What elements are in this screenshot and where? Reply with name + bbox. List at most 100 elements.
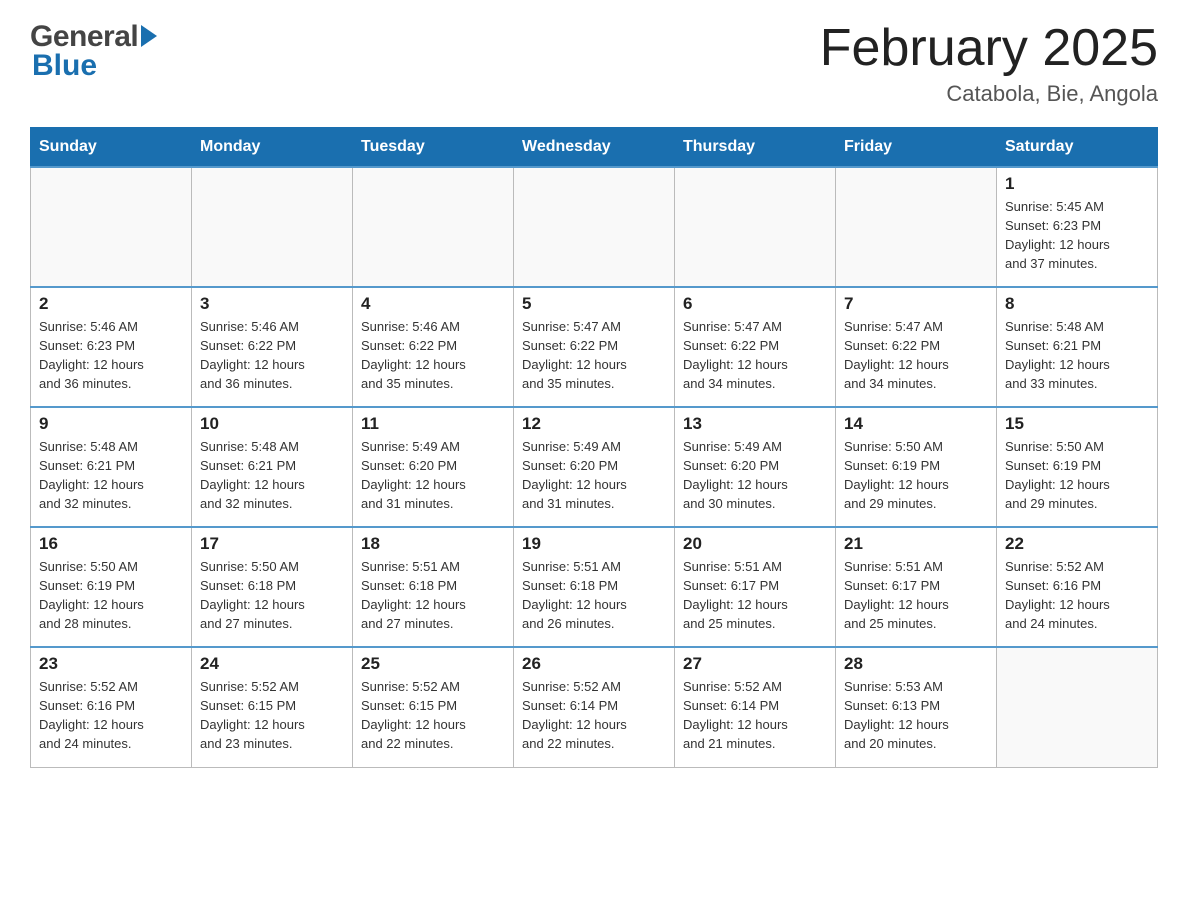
day-info: Sunrise: 5:52 AM Sunset: 6:16 PM Dayligh… (1005, 558, 1149, 633)
calendar-cell: 14 Sunrise: 5:50 AM Sunset: 6:19 PM Dayli… (836, 407, 997, 527)
day-number: 2 (39, 294, 183, 314)
day-info: Sunrise: 5:51 AM Sunset: 6:18 PM Dayligh… (361, 558, 505, 633)
calendar-cell: 21 Sunrise: 5:51 AM Sunset: 6:17 PM Dayli… (836, 527, 997, 647)
day-number: 27 (683, 654, 827, 674)
day-number: 21 (844, 534, 988, 554)
day-info: Sunrise: 5:52 AM Sunset: 6:14 PM Dayligh… (683, 678, 827, 753)
day-number: 14 (844, 414, 988, 434)
calendar-cell (31, 167, 192, 287)
calendar-cell: 9 Sunrise: 5:48 AM Sunset: 6:21 PM Daylig… (31, 407, 192, 527)
calendar-cell: 15Sunrise: 5:50 AM Sunset: 6:19 PM Dayli… (997, 407, 1158, 527)
calendar-cell: 1 Sunrise: 5:45 AM Sunset: 6:23 PM Daylig… (997, 167, 1158, 287)
calendar-cell: 18 Sunrise: 5:51 AM Sunset: 6:18 PM Dayli… (353, 527, 514, 647)
day-info: Sunrise: 5:49 AM Sunset: 6:20 PM Dayligh… (361, 438, 505, 513)
calendar-cell: 12 Sunrise: 5:49 AM Sunset: 6:20 PM Dayli… (514, 407, 675, 527)
calendar-cell: 27 Sunrise: 5:52 AM Sunset: 6:14 PM Dayli… (675, 647, 836, 767)
calendar-cell: 22Sunrise: 5:52 AM Sunset: 6:16 PM Dayli… (997, 527, 1158, 647)
calendar-table: SundayMondayTuesdayWednesdayThursdayFrid… (30, 127, 1158, 768)
calendar-cell: 4Sunrise: 5:46 AM Sunset: 6:22 PM Daylig… (353, 287, 514, 407)
title-block: February 2025 Catabola, Bie, Angola (820, 20, 1158, 107)
day-number: 12 (522, 414, 666, 434)
calendar-cell: 6 Sunrise: 5:47 AM Sunset: 6:22 PM Daylig… (675, 287, 836, 407)
calendar-cell: 23 Sunrise: 5:52 AM Sunset: 6:16 PM Dayli… (31, 647, 192, 767)
day-info: Sunrise: 5:50 AM Sunset: 6:18 PM Dayligh… (200, 558, 344, 633)
calendar-cell (353, 167, 514, 287)
day-info: Sunrise: 5:51 AM Sunset: 6:18 PM Dayligh… (522, 558, 666, 633)
calendar-cell: 25 Sunrise: 5:52 AM Sunset: 6:15 PM Dayli… (353, 647, 514, 767)
calendar-cell (675, 167, 836, 287)
day-info: Sunrise: 5:47 AM Sunset: 6:22 PM Dayligh… (844, 318, 988, 393)
calendar-cell: 3 Sunrise: 5:46 AM Sunset: 6:22 PM Daylig… (192, 287, 353, 407)
calendar-week-3: 16 Sunrise: 5:50 AM Sunset: 6:19 PM Dayli… (31, 527, 1158, 647)
day-number: 3 (200, 294, 344, 314)
day-info: Sunrise: 5:50 AM Sunset: 6:19 PM Dayligh… (39, 558, 183, 633)
calendar-cell: 17 Sunrise: 5:50 AM Sunset: 6:18 PM Dayli… (192, 527, 353, 647)
day-number: 10 (200, 414, 344, 434)
logo-chevron-icon (141, 25, 157, 47)
calendar-cell (836, 167, 997, 287)
day-info: Sunrise: 5:47 AM Sunset: 6:22 PM Dayligh… (683, 318, 827, 393)
calendar-body: 1 Sunrise: 5:45 AM Sunset: 6:23 PM Daylig… (31, 167, 1158, 767)
day-number: 7 (844, 294, 988, 314)
day-info: Sunrise: 5:48 AM Sunset: 6:21 PM Dayligh… (39, 438, 183, 513)
day-info: Sunrise: 5:50 AM Sunset: 6:19 PM Dayligh… (844, 438, 988, 513)
column-header-monday: Monday (192, 128, 353, 168)
calendar-week-1: 2 Sunrise: 5:46 AM Sunset: 6:23 PM Daylig… (31, 287, 1158, 407)
day-number: 15 (1005, 414, 1149, 434)
day-info: Sunrise: 5:48 AM Sunset: 6:21 PM Dayligh… (1005, 318, 1149, 393)
day-number: 11 (361, 414, 505, 434)
calendar-week-2: 9 Sunrise: 5:48 AM Sunset: 6:21 PM Daylig… (31, 407, 1158, 527)
logo: General Blue (30, 20, 157, 83)
day-info: Sunrise: 5:48 AM Sunset: 6:21 PM Dayligh… (200, 438, 344, 513)
day-info: Sunrise: 5:46 AM Sunset: 6:22 PM Dayligh… (361, 318, 505, 393)
day-info: Sunrise: 5:47 AM Sunset: 6:22 PM Dayligh… (522, 318, 666, 393)
column-header-saturday: Saturday (997, 128, 1158, 168)
calendar-cell: 26 Sunrise: 5:52 AM Sunset: 6:14 PM Dayli… (514, 647, 675, 767)
calendar-cell (997, 647, 1158, 767)
calendar-cell: 2 Sunrise: 5:46 AM Sunset: 6:23 PM Daylig… (31, 287, 192, 407)
day-number: 26 (522, 654, 666, 674)
column-header-friday: Friday (836, 128, 997, 168)
location-subtitle: Catabola, Bie, Angola (820, 81, 1158, 107)
calendar-cell: 13Sunrise: 5:49 AM Sunset: 6:20 PM Dayli… (675, 407, 836, 527)
day-info: Sunrise: 5:51 AM Sunset: 6:17 PM Dayligh… (844, 558, 988, 633)
day-number: 28 (844, 654, 988, 674)
day-info: Sunrise: 5:52 AM Sunset: 6:14 PM Dayligh… (522, 678, 666, 753)
day-number: 17 (200, 534, 344, 554)
day-info: Sunrise: 5:46 AM Sunset: 6:23 PM Dayligh… (39, 318, 183, 393)
calendar-header: SundayMondayTuesdayWednesdayThursdayFrid… (31, 128, 1158, 168)
day-number: 19 (522, 534, 666, 554)
calendar-cell: 16 Sunrise: 5:50 AM Sunset: 6:19 PM Dayli… (31, 527, 192, 647)
day-number: 24 (200, 654, 344, 674)
calendar-cell: 7 Sunrise: 5:47 AM Sunset: 6:22 PM Daylig… (836, 287, 997, 407)
calendar-cell: 20Sunrise: 5:51 AM Sunset: 6:17 PM Dayli… (675, 527, 836, 647)
day-number: 23 (39, 654, 183, 674)
calendar-cell: 10 Sunrise: 5:48 AM Sunset: 6:21 PM Dayli… (192, 407, 353, 527)
day-number: 18 (361, 534, 505, 554)
calendar-week-0: 1 Sunrise: 5:45 AM Sunset: 6:23 PM Daylig… (31, 167, 1158, 287)
column-header-tuesday: Tuesday (353, 128, 514, 168)
calendar-cell (514, 167, 675, 287)
column-header-sunday: Sunday (31, 128, 192, 168)
calendar-cell (192, 167, 353, 287)
day-info: Sunrise: 5:51 AM Sunset: 6:17 PM Dayligh… (683, 558, 827, 633)
day-info: Sunrise: 5:45 AM Sunset: 6:23 PM Dayligh… (1005, 198, 1149, 273)
day-number: 25 (361, 654, 505, 674)
calendar-cell: 19 Sunrise: 5:51 AM Sunset: 6:18 PM Dayli… (514, 527, 675, 647)
calendar-cell: 5Sunrise: 5:47 AM Sunset: 6:22 PM Daylig… (514, 287, 675, 407)
day-number: 16 (39, 534, 183, 554)
month-title: February 2025 (820, 20, 1158, 77)
day-number: 1 (1005, 174, 1149, 194)
day-number: 6 (683, 294, 827, 314)
day-number: 8 (1005, 294, 1149, 314)
page-header: General Blue February 2025 Catabola, Bie… (30, 20, 1158, 107)
calendar-week-4: 23 Sunrise: 5:52 AM Sunset: 6:16 PM Dayli… (31, 647, 1158, 767)
day-info: Sunrise: 5:49 AM Sunset: 6:20 PM Dayligh… (522, 438, 666, 513)
day-info: Sunrise: 5:52 AM Sunset: 6:16 PM Dayligh… (39, 678, 183, 753)
day-info: Sunrise: 5:46 AM Sunset: 6:22 PM Dayligh… (200, 318, 344, 393)
day-number: 13 (683, 414, 827, 434)
column-header-thursday: Thursday (675, 128, 836, 168)
day-number: 9 (39, 414, 183, 434)
logo-blue-text: Blue (30, 49, 157, 83)
day-info: Sunrise: 5:52 AM Sunset: 6:15 PM Dayligh… (361, 678, 505, 753)
